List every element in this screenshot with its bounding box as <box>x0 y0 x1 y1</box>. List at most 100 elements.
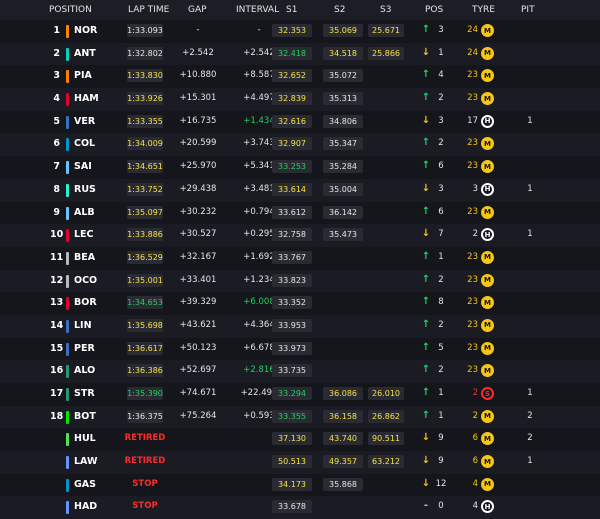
driver-status: RETIRED <box>124 433 166 444</box>
team-color-bar <box>66 501 69 515</box>
driver-row[interactable]: 2 ANT 1:32.802 +2.542 +2.542 32.418 34.518 25.8… <box>0 42 600 66</box>
driver-row[interactable]: 6 COL 1:34.009 +20.599 +3.743 32.907 35.347 ↑ 2 2… <box>0 133 600 157</box>
lap-time: 1:35.698 <box>127 318 163 332</box>
tyre-compound-icon: H <box>481 228 494 242</box>
position-change-value: 3 <box>438 183 444 194</box>
driver-code[interactable]: COL <box>74 138 95 149</box>
driver-row[interactable]: 12 OCO 1:35.001 +33.401 +1.234 33.823 ↑ 2 23 M <box>0 269 600 293</box>
position-number: 6 <box>53 138 60 150</box>
header-lap-time[interactable]: LAP TIME <box>128 5 169 15</box>
tyre-compound-icon: M <box>481 455 494 469</box>
sector-s1-time: 32.839 <box>272 92 312 106</box>
position-number: 2 <box>53 47 60 59</box>
lap-time: 1:33.093 <box>127 24 163 37</box>
position-number: 3 <box>53 70 60 82</box>
team-color-bar <box>66 342 69 356</box>
gap-value: +20.599 <box>179 138 217 149</box>
tyre-compound-icon: M <box>481 273 494 287</box>
driver-code[interactable]: ANT <box>74 48 96 59</box>
driver-code[interactable]: OCO <box>74 275 97 286</box>
sector-s3-time: 25.671 <box>368 24 404 37</box>
sector-s3-time: 63.212 <box>368 455 404 469</box>
driver-code[interactable]: RUS <box>74 184 96 195</box>
sector-s1-time: 33.253 <box>272 160 312 174</box>
sector-s2-time: 49.357 <box>323 455 363 469</box>
driver-code[interactable]: HUL <box>74 433 96 444</box>
header-gap[interactable]: GAP <box>188 5 207 15</box>
driver-code[interactable]: NOR <box>74 25 97 36</box>
driver-code[interactable]: BOR <box>74 297 97 308</box>
driver-code[interactable]: PER <box>74 343 95 354</box>
driver-status: RETIRED <box>124 456 166 467</box>
position-change-up-icon: ↑ <box>421 409 431 421</box>
driver-code[interactable]: PIA <box>74 70 92 81</box>
driver-row[interactable]: 4 HAM 1:33.926 +15.301 +4.497 32.839 35.313 ↑ 2 2… <box>0 88 600 111</box>
driver-code[interactable]: LIN <box>74 320 92 331</box>
lap-time: 1:33.926 <box>127 92 163 106</box>
driver-code[interactable]: SAI <box>74 161 92 172</box>
header-tyre[interactable]: TYRE <box>472 5 495 15</box>
pit-count: 1 <box>527 115 533 126</box>
driver-row[interactable]: 11 BEA 1:36.529 +32.167 +1.692 33.767 ↑ 1 23 M <box>0 246 600 270</box>
header-interval[interactable]: INTERVAL <box>236 5 279 15</box>
driver-row[interactable]: 17 STR 1:35.390 +74.671 +22.492 33.294 36.086 2… <box>0 383 600 406</box>
driver-code[interactable]: ALB <box>74 207 95 218</box>
driver-row[interactable]: 16 ALO 1:36.386 +52.697 +2.816 33.735 ↑ 2 23 M <box>0 360 600 383</box>
sector-s2-time: 35.284 <box>323 160 363 174</box>
sector-s1-time: 33.294 <box>272 387 312 400</box>
driver-row[interactable]: 18 BOT 1:36.375 +75.264 +0.593 33.355 36.158 26… <box>0 405 600 429</box>
driver-row[interactable]: 13 BOR 1:34.653 +39.329 +6.008 33.352 ↑ 8 23 M <box>0 292 600 315</box>
driver-code[interactable]: LEC <box>74 229 94 240</box>
driver-row[interactable]: 15 PER 1:36.617 +50.123 +6.678 33.973 ↑ 5 23 M <box>0 337 600 361</box>
tyre-age: 23 <box>467 251 478 262</box>
driver-row[interactable]: 8 RUS 1:33.752 +29.438 +3.481 33.614 35.004 ↓ 3 3… <box>0 178 600 202</box>
tyre-age: 17 <box>467 115 478 126</box>
driver-row[interactable]: 3 PIA 1:33.830 +10.880 +8.587 32.652 35.072 ↑ 4 2… <box>0 65 600 89</box>
position-change-value: 1 <box>438 388 444 398</box>
driver-code[interactable]: BEA <box>74 252 95 263</box>
driver-status: STOP <box>132 478 158 489</box>
position-change-value: 3 <box>438 25 444 35</box>
gap-value: +25.970 <box>179 161 217 172</box>
header-position[interactable]: POSITION <box>49 5 92 15</box>
lap-time: 1:35.001 <box>127 273 163 287</box>
driver-code[interactable]: BOT <box>74 411 96 422</box>
driver-row[interactable]: HUL RETIRED 37.130 43.740 90.511 ↓ 9 6 M 2 <box>0 428 600 452</box>
header-s1[interactable]: S1 <box>286 5 297 15</box>
sector-s1-time: 33.973 <box>272 341 312 355</box>
driver-code[interactable]: ALO <box>74 365 95 376</box>
driver-row[interactable]: 14 LIN 1:35.698 +43.621 +4.364 33.953 ↑ 2 23 M <box>0 314 600 338</box>
driver-code[interactable]: HAD <box>74 501 97 512</box>
tyre-compound-icon: H <box>481 182 494 196</box>
driver-row[interactable]: GAS STOP 34.173 35.868 ↓ 12 4 M <box>0 473 600 497</box>
header-pos[interactable]: POS <box>425 5 443 15</box>
driver-code[interactable]: LAW <box>74 456 97 467</box>
gap-value: +39.329 <box>179 297 217 308</box>
pit-count: 2 <box>527 410 533 421</box>
position-change-value: 8 <box>438 297 444 308</box>
tyre-compound-icon: H <box>481 114 494 128</box>
lap-time: 1:35.097 <box>127 205 163 219</box>
position-change-value: 12 <box>435 478 447 489</box>
driver-code[interactable]: GAS <box>74 479 96 490</box>
driver-row[interactable]: HAD STOP 33.678 -0 4 H <box>0 496 600 519</box>
header-pit[interactable]: PIT <box>521 5 535 15</box>
driver-code[interactable]: VER <box>74 116 95 127</box>
lap-time: 1:34.653 <box>127 296 163 310</box>
position-change-value: 1 <box>438 47 444 58</box>
header-s2[interactable]: S2 <box>334 5 345 15</box>
lap-time: 1:34.009 <box>127 137 163 151</box>
driver-row[interactable]: 1 NOR 1:33.093- -32.353 35.069 25.671 ↑ 3 24 M <box>0 20 600 43</box>
position-change-up-icon: ↑ <box>421 364 431 376</box>
driver-row[interactable]: 9 ALB 1:35.097 +30.232 +0.794 33.612 36.142 ↑ 6 2… <box>0 201 600 225</box>
tyre-compound-icon: M <box>481 409 494 423</box>
sector-s2-time: 34.518 <box>323 46 363 60</box>
driver-row[interactable]: 7 SAI 1:34.651 +25.970 +5.341 33.253 35.284 ↑ 6 2… <box>0 156 600 179</box>
header-s3[interactable]: S3 <box>380 5 391 15</box>
driver-row[interactable]: 5 VER 1:33.355 +16.735 +1.434 32.616 34.806 ↓ 3 1… <box>0 110 600 134</box>
position-change-down-icon: ↓ <box>421 455 431 467</box>
driver-code[interactable]: STR <box>74 388 95 399</box>
driver-row[interactable]: 10 LEC 1:33.886 +30.527 +0.295 32.758 35.473 ↓ 7… <box>0 224 600 247</box>
driver-row[interactable]: LAW RETIRED 50.513 49.357 63.212 ↓ 9 6 M 1 <box>0 451 600 474</box>
driver-code[interactable]: HAM <box>74 93 99 104</box>
